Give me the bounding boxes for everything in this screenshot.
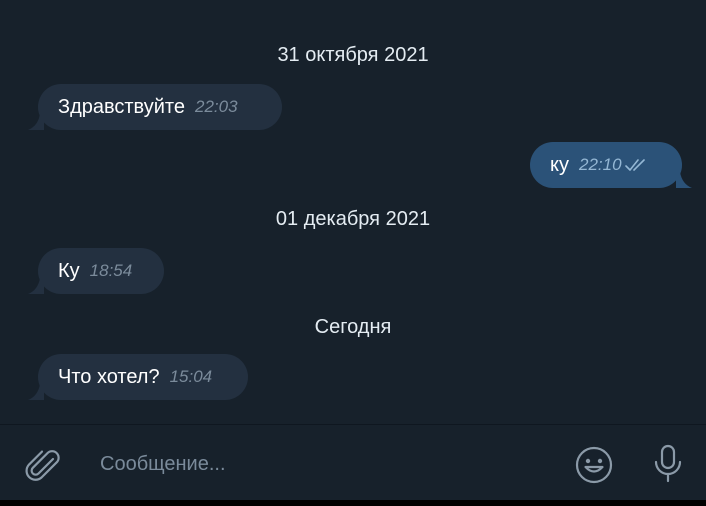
date-separator: Сегодня (314, 316, 392, 338)
microphone-icon (654, 444, 682, 483)
attach-icon (25, 450, 60, 481)
message-input[interactable] (100, 447, 540, 481)
message-text: ку (550, 153, 569, 176)
emoji-button[interactable] (572, 443, 616, 487)
bubble-tail (28, 278, 44, 294)
bubble-tail (28, 114, 44, 130)
message-time: 22:10 (578, 155, 622, 174)
chat-history: 31 октября 2021 Здравствуйте 22:03 ку 22… (0, 0, 706, 424)
read-checkmarks-icon (624, 159, 645, 171)
message-bubble-incoming[interactable]: Что хотел? 15:04 (28, 354, 248, 400)
message-time: 22:03 (194, 97, 238, 116)
bubble-tail (676, 172, 692, 188)
message-text: Что хотел? (58, 365, 160, 388)
message-composer (0, 424, 706, 500)
message-bubble-outgoing[interactable]: ку 22:10 (530, 142, 692, 188)
message-bubble-incoming[interactable]: Ку 18:54 (28, 248, 164, 294)
message-time: 18:54 (89, 261, 133, 280)
message-time: 15:04 (169, 367, 213, 386)
message-bubble-incoming[interactable]: Здравствуйте 22:03 (28, 84, 282, 130)
bubble-tail (28, 384, 44, 400)
message-text: Здравствуйте (58, 95, 185, 118)
voice-message-button[interactable] (648, 441, 688, 487)
attach-button[interactable] (22, 443, 64, 485)
message-text: Ку (58, 259, 80, 282)
bottom-edge (0, 500, 706, 506)
date-separator: 01 декабря 2021 (275, 208, 431, 230)
emoji-icon (575, 446, 613, 484)
date-separator: 31 октября 2021 (277, 44, 429, 66)
